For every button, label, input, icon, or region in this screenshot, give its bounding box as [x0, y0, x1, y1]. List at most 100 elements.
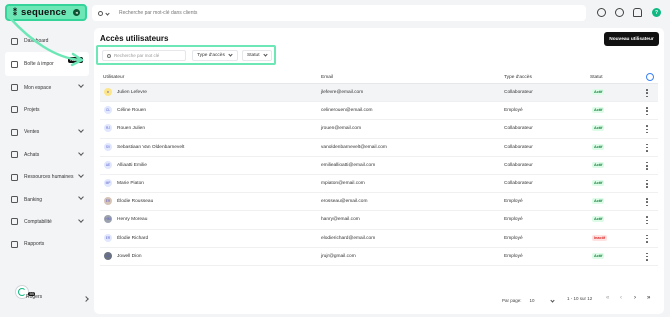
search-icon: [98, 10, 103, 16]
ledger-icon: [11, 218, 18, 226]
filter-search-placeholder: Recherche par mot clé: [114, 53, 160, 58]
table-row[interactable]: ER Élodie Richard elodierichard@email.com E…: [100, 230, 658, 248]
sidebar-item-dashboard[interactable]: Dashboard: [5, 30, 89, 52]
prev-page-icon[interactable]: ‹: [620, 295, 622, 301]
new-user-button[interactable]: Nouveau utilisateur: [604, 32, 659, 46]
more-actions-icon[interactable]: [646, 125, 648, 134]
brand-name: sequence: [21, 7, 67, 18]
sidebar-item-label: Boîte à impor: [24, 61, 54, 68]
chevron-down-icon: [78, 82, 84, 89]
global-search[interactable]: [92, 5, 586, 21]
more-actions-icon[interactable]: [646, 198, 648, 207]
bell-icon[interactable]: [633, 8, 642, 17]
next-page-icon[interactable]: ›: [634, 295, 636, 301]
status-badge: Actif: [592, 143, 605, 150]
table-row[interactable]: ÉR Élodie Rousseau erosseau@email.com Emplo…: [100, 193, 658, 212]
more-actions-icon[interactable]: [646, 107, 648, 116]
access-type-cell: Collaborateur: [504, 162, 533, 168]
table-row[interactable]: SV Sebastiaan Van Oldenbarnevelt vanoldenb…: [100, 139, 658, 157]
people-icon: [11, 173, 18, 181]
status-badge: Actif: [592, 179, 605, 186]
inbox-icon: [11, 60, 18, 68]
status-filter[interactable]: Statut: [242, 50, 272, 61]
status-badge: Actif: [592, 125, 605, 132]
sidebar-item-label: Projets: [24, 106, 40, 113]
sidebar-item-projets[interactable]: Projets: [5, 99, 89, 121]
last-page-icon[interactable]: »: [647, 295, 650, 301]
receipt-icon: [11, 151, 18, 159]
chevron-down-icon: [78, 149, 84, 156]
filter-search-input[interactable]: Recherche par mot clé: [102, 50, 186, 61]
table-row[interactable]: MP Marie Piaton mpiaton@email.com Collabora…: [100, 175, 658, 194]
access-type-cell: Collaborateur: [504, 180, 533, 186]
help-icon[interactable]: ?: [652, 8, 661, 17]
header-user[interactable]: Utilisateur: [103, 75, 124, 80]
check-square-icon: [11, 106, 18, 114]
add-circle-icon[interactable]: [597, 8, 606, 17]
access-type-cell: Employé: [504, 235, 523, 241]
header-status[interactable]: Statut: [590, 75, 603, 80]
sidebar-item-mon-espace[interactable]: Mon espace: [5, 76, 89, 98]
email-cell: mpiaton@email.com: [321, 180, 365, 186]
home-icon: [11, 37, 18, 45]
status-badge: Actif: [592, 216, 605, 223]
chevron-down-icon: [78, 194, 84, 201]
sidebar: ⁑ sequence ◂ Dashboard Boîte à impor No...…: [0, 0, 92, 317]
access-type-cell: Collaborateur: [504, 90, 533, 95]
avatar: RJ: [104, 124, 112, 133]
access-type-filter-label: Type d'accès: [197, 53, 225, 58]
page-title: Accès utilisateurs: [100, 34, 169, 43]
sidebar-item-label: Mon espace: [24, 84, 52, 91]
chevron-down-icon: [78, 127, 84, 134]
access-type-cell: Employé: [504, 108, 523, 114]
user-menu[interactable]: 5B Rogers: [10, 292, 89, 302]
sidebar-item-label: Ressources humaines: [24, 174, 74, 181]
user-name-cell: Rouen Julien: [117, 126, 146, 132]
access-type-cell: Collaborateur: [504, 126, 533, 132]
collapse-toggle-icon[interactable]: ◂: [73, 9, 80, 16]
first-page-icon[interactable]: «: [606, 295, 609, 301]
sidebar-item-rapports[interactable]: Rapports: [5, 233, 89, 255]
avatar: MP: [104, 178, 112, 187]
global-search-input[interactable]: [119, 10, 419, 16]
brand-logo[interactable]: ⁑ sequence ◂: [5, 4, 87, 21]
header-email[interactable]: Email: [321, 75, 333, 80]
more-actions-icon[interactable]: [646, 161, 648, 170]
table-row[interactable]: ★ Julien Lefevre jlefevre@email.com Collabo…: [100, 84, 658, 103]
chevron-down-icon: [78, 172, 84, 178]
table-row[interactable]: CL Céline Rouen celinerouen@email.com Emplo…: [100, 102, 658, 121]
per-page-value: 10: [529, 298, 535, 303]
more-actions-icon[interactable]: [646, 234, 648, 243]
sidebar-item-banking[interactable]: Banking: [5, 188, 89, 210]
header-type[interactable]: Type d'accès: [504, 75, 532, 80]
table-row[interactable]: JD Jowell Dion jrujr@gmail.com Employé Actif: [100, 248, 658, 266]
more-actions-icon[interactable]: [646, 252, 648, 261]
chevron-down-icon: [78, 216, 84, 223]
clock-icon[interactable]: [615, 8, 624, 17]
table-row[interactable]: RJ Rouen Julien jrouen@email.com Collaborat…: [100, 120, 658, 139]
more-actions-icon[interactable]: [646, 216, 648, 225]
per-page-select[interactable]: 10: [529, 296, 555, 305]
sidebar-item-comptabilit-[interactable]: Comptabilité: [5, 211, 89, 233]
table-header: Utilisateur Email Type d'accès Statut: [100, 72, 658, 84]
sidebar-item-achats[interactable]: Achats: [5, 144, 89, 166]
sidebar-item-ventes[interactable]: Ventes: [5, 121, 89, 143]
email-cell: jrujr@gmail.com: [321, 253, 356, 259]
chevron-down-icon[interactable]: [105, 10, 110, 16]
bank-icon: [11, 196, 18, 204]
user-name-cell: Marie Piaton: [117, 180, 144, 186]
chevron-down-icon: [262, 52, 268, 57]
status-filter-label: Statut: [247, 53, 260, 58]
more-actions-icon[interactable]: [646, 89, 648, 97]
sidebar-item-bo-te-impor[interactable]: Boîte à impor No... ⁿ: [5, 52, 89, 77]
access-type-filter[interactable]: Type d'accès: [192, 50, 238, 61]
more-actions-icon[interactable]: [646, 143, 648, 152]
table-row[interactable]: AE Alliaatti Emilie emilieallioatti@email.…: [100, 157, 658, 175]
avatar: ★: [104, 88, 112, 96]
table-row[interactable]: HM Henry Moreau hanry@email.com Employé Acti…: [100, 211, 658, 230]
status-badge: Actif: [592, 198, 605, 205]
status-badge: Actif: [592, 161, 605, 168]
more-actions-icon[interactable]: [646, 179, 648, 188]
column-settings-icon[interactable]: [646, 73, 654, 81]
sidebar-item-ressources-humaines[interactable]: Ressources humaines: [5, 166, 89, 188]
